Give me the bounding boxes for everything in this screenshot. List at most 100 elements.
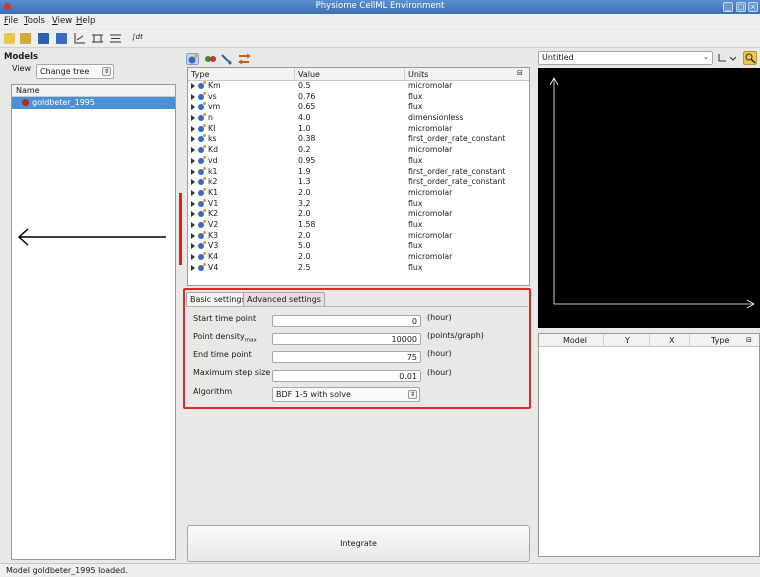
point-density-input[interactable]: 10000 [272,333,421,345]
save-icon[interactable] [38,33,49,44]
expand-triangle-icon[interactable] [191,254,195,260]
tab-advanced-settings[interactable]: Advanced settings [243,292,325,306]
table-row[interactable]: vm 0.65 flux [188,102,529,113]
table-row[interactable]: KI 1.0 micromolar [188,123,529,135]
table-row[interactable]: K2 2.0 micromolar [188,209,529,220]
expand-triangle-icon[interactable] [191,157,195,164]
integrate-tool-icon[interactable]: ∫dt [132,33,150,44]
col-type[interactable]: Type [711,336,729,345]
table-row[interactable]: V4 2.5 flux [188,262,529,274]
table-row[interactable]: vs 0.76 flux [188,91,529,103]
menu-view[interactable]: View [52,16,72,26]
table-row[interactable]: vd 0.95 flux [188,155,529,167]
variable-value[interactable]: 0.2 [298,145,310,154]
tab-basic-settings[interactable]: Basic settings [186,292,250,306]
variable-value[interactable]: 0.5 [298,81,310,90]
col-y[interactable]: Y [625,336,630,345]
variable-value[interactable]: 0.65 [298,102,315,111]
variable-value[interactable]: 2.5 [298,263,310,272]
range-icon[interactable] [92,33,103,44]
column-chooser-icon[interactable]: ⊟ [746,336,752,344]
column-chooser-icon[interactable]: ⊟ [517,69,523,77]
integrate-button[interactable]: Integrate [187,525,530,562]
table-row[interactable]: k2 1.3 first_order_rate_constant [188,177,529,188]
graph-canvas[interactable] [538,68,760,328]
variable-value[interactable]: 1.0 [298,124,310,133]
maximize-icon[interactable]: □ [736,2,746,12]
col-type[interactable]: Type [191,70,209,79]
axes-menu-icon[interactable] [716,51,738,65]
col-value[interactable]: Value [298,70,320,79]
end-time-input[interactable]: 75 [272,351,421,363]
new-model-icon[interactable] [4,33,15,44]
table-row[interactable]: K3 2.0 micromolar [188,230,529,242]
variable-value[interactable]: 1.58 [298,220,315,229]
variable-value[interactable]: 5.0 [298,241,310,250]
table-row[interactable]: V3 5.0 flux [188,241,529,252]
expand-triangle-icon[interactable] [191,243,195,250]
table-row[interactable]: n 4.0 dimensionless [188,113,529,124]
table-row[interactable]: K4 2.0 micromolar [188,252,529,263]
start-time-unit: (hour) [427,313,452,322]
table-row[interactable]: K1 2.0 micromolar [188,187,529,199]
variable-value[interactable]: 1.9 [298,167,310,176]
expand-triangle-icon[interactable] [191,147,195,154]
variable-value[interactable]: 3.2 [298,199,310,208]
save-as-icon[interactable] [56,33,67,44]
variable-value[interactable]: 2.0 [298,209,310,218]
menu-help[interactable]: Help [76,16,95,26]
fit-range-icon[interactable] [110,33,121,44]
expand-triangle-icon[interactable] [191,179,195,186]
menu-file[interactable]: File [4,16,18,26]
variable-value[interactable]: 2.0 [298,231,310,240]
expand-triangle-icon[interactable] [191,125,195,132]
table-row[interactable]: Km 0.5 micromolar [188,81,529,92]
table-row[interactable]: k1 1.9 first_order_rate_constant [188,166,529,178]
expand-triangle-icon[interactable] [191,104,195,111]
tree-item-model[interactable]: goldbeter_1995 [12,97,175,109]
expand-triangle-icon[interactable] [191,211,195,218]
filter-icon[interactable] [220,53,233,65]
col-units[interactable]: Units [408,70,428,79]
results-table[interactable]: Model Y X Type ⊟ [538,333,760,557]
search-icon[interactable] [743,51,757,65]
variable-value[interactable]: 2.0 [298,188,310,197]
expand-triangle-icon[interactable] [191,232,195,239]
expand-triangle-icon[interactable] [191,93,195,100]
expand-triangle-icon[interactable] [191,83,195,89]
expand-triangle-icon[interactable] [191,221,195,228]
expand-triangle-icon[interactable] [191,200,195,207]
start-time-input[interactable]: 0 [272,315,421,327]
expand-triangle-icon[interactable] [191,189,195,196]
variable-type-icon[interactable] [186,53,199,65]
open-folder-icon[interactable] [20,33,31,44]
minimize-icon[interactable]: _ [723,2,733,12]
table-row[interactable]: V1 3.2 flux [188,198,529,210]
axes-icon[interactable] [74,33,85,44]
view-select[interactable]: Change tree ⇕ [36,64,114,79]
expand-triangle-icon[interactable] [191,264,195,271]
equation-icon[interactable] [204,53,217,65]
variables-table[interactable]: Type Value Units ⊟ Km 0.5 micromolar vs 0.76… [187,67,530,286]
variable-value[interactable]: 2.0 [298,252,310,261]
variable-value[interactable]: 0.38 [298,134,315,143]
variable-value[interactable]: 0.76 [298,92,315,101]
algorithm-select[interactable]: BDF 1-5 with solve ⇕ [272,387,420,402]
close-icon[interactable]: × [748,2,758,12]
table-row[interactable]: ks 0.38 first_order_rate_constant [188,134,529,145]
variable-value[interactable]: 4.0 [298,113,310,122]
table-row[interactable]: V2 1.58 flux [188,219,529,231]
menu-tools[interactable]: Tools [24,16,45,26]
expand-triangle-icon[interactable] [191,168,195,175]
graph-select[interactable]: Untitled ⌄ [538,51,713,65]
expand-triangle-icon[interactable] [191,136,195,143]
col-model[interactable]: Model [563,336,587,345]
model-tree[interactable]: Name goldbeter_1995 [11,84,176,560]
variable-value[interactable]: 0.95 [298,156,315,165]
expand-triangle-icon[interactable] [191,115,195,122]
swap-icon[interactable] [238,53,251,65]
table-row[interactable]: Kd 0.2 micromolar [188,145,529,156]
max-step-input[interactable]: 0.01 [272,370,421,382]
col-x[interactable]: X [669,336,674,345]
variable-value[interactable]: 1.3 [298,177,310,186]
